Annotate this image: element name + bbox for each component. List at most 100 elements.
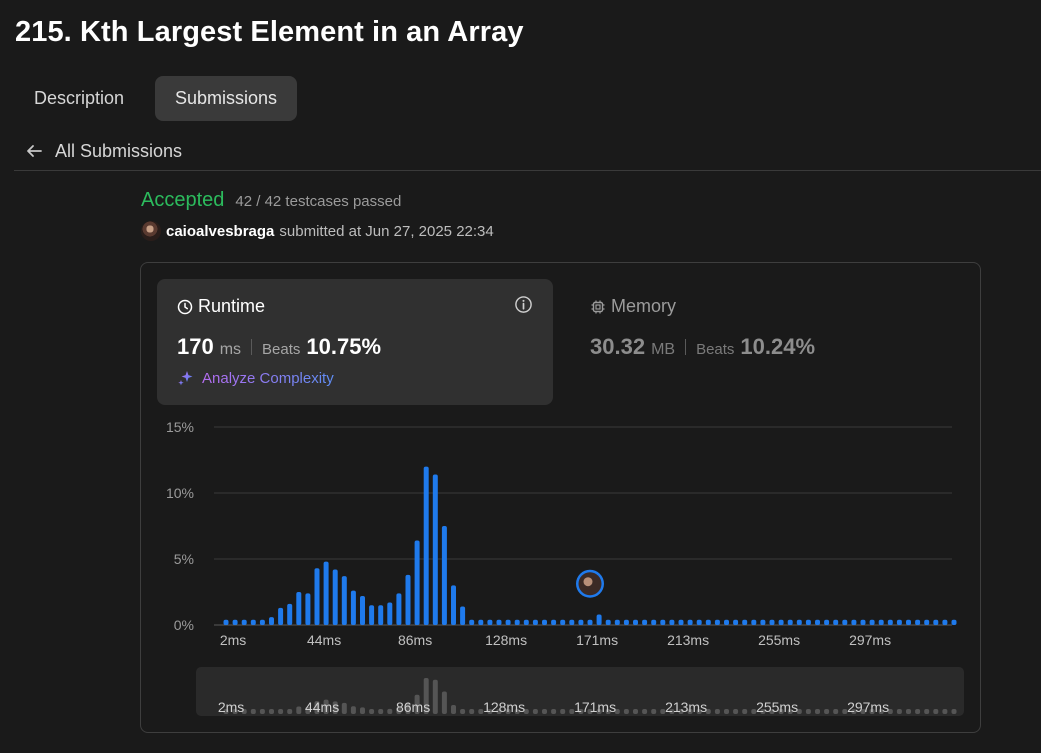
bar[interactable] xyxy=(423,466,429,625)
bar[interactable] xyxy=(296,592,302,625)
avatar[interactable] xyxy=(141,221,161,241)
bar[interactable] xyxy=(560,619,566,625)
bar[interactable] xyxy=(505,619,511,625)
bar[interactable] xyxy=(714,619,720,625)
bar[interactable] xyxy=(250,619,256,625)
bar[interactable] xyxy=(687,619,693,625)
bar[interactable] xyxy=(269,617,274,625)
bar[interactable] xyxy=(705,619,711,625)
bar[interactable] xyxy=(496,619,502,625)
memory-beats-label: Beats xyxy=(696,341,735,358)
bar[interactable] xyxy=(405,574,411,625)
tab-description[interactable]: Description xyxy=(14,76,144,121)
bar[interactable] xyxy=(796,619,802,625)
bar[interactable] xyxy=(778,619,784,625)
bar[interactable] xyxy=(651,619,657,625)
bar[interactable] xyxy=(396,593,402,625)
bar[interactable] xyxy=(696,619,702,625)
bar[interactable] xyxy=(860,619,866,625)
bar[interactable] xyxy=(915,619,921,625)
bar[interactable] xyxy=(460,606,466,625)
bar[interactable] xyxy=(642,619,648,625)
bar[interactable] xyxy=(623,619,629,625)
runtime-card[interactable]: Runtime 170 ms Beats 10.75% Analyze Comp… xyxy=(157,279,553,405)
bar[interactable] xyxy=(587,619,593,625)
bar[interactable] xyxy=(523,619,529,625)
mini-bar xyxy=(542,709,547,714)
mini-bar xyxy=(341,702,347,714)
bar[interactable] xyxy=(815,619,820,625)
bar[interactable] xyxy=(414,540,420,625)
bar[interactable] xyxy=(851,619,857,625)
username[interactable]: caioalvesbraga xyxy=(166,223,274,240)
bar[interactable] xyxy=(360,595,365,625)
tab-submissions[interactable]: Submissions xyxy=(155,76,298,121)
bar[interactable] xyxy=(287,603,293,625)
bar[interactable] xyxy=(369,605,375,625)
all-submissions-link[interactable]: All Submissions xyxy=(25,139,182,163)
bar[interactable] xyxy=(660,619,666,625)
x-tick-label: 86ms xyxy=(398,632,432,648)
bar[interactable] xyxy=(350,590,356,625)
analyze-complexity-button[interactable]: Analyze Complexity xyxy=(177,369,334,387)
bar[interactable] xyxy=(451,585,456,625)
bar[interactable] xyxy=(596,614,602,625)
bar[interactable] xyxy=(314,568,320,625)
bar[interactable] xyxy=(532,619,538,625)
info-icon[interactable] xyxy=(514,295,533,314)
bar[interactable] xyxy=(432,474,438,625)
bar[interactable] xyxy=(578,619,584,625)
bar[interactable] xyxy=(896,619,902,625)
runtime-distribution-chart[interactable]: 15% 10% 5% 0% 2ms 44ms 86ms 128ms 171ms 213ms 255m… xyxy=(140,405,980,725)
y-tick-label: 0% xyxy=(174,617,194,633)
bar[interactable] xyxy=(805,619,811,625)
bar[interactable] xyxy=(232,619,238,625)
bar[interactable] xyxy=(769,619,775,625)
bar[interactable] xyxy=(942,619,948,625)
bar[interactable] xyxy=(924,619,930,625)
bar[interactable] xyxy=(678,619,684,625)
bar[interactable] xyxy=(487,619,493,625)
bar[interactable] xyxy=(887,619,893,625)
bar[interactable] xyxy=(614,619,620,625)
bar[interactable] xyxy=(341,576,347,625)
bar[interactable] xyxy=(733,619,739,625)
bar[interactable] xyxy=(323,561,329,625)
bar[interactable] xyxy=(223,619,229,625)
bar[interactable] xyxy=(906,619,911,625)
bar[interactable] xyxy=(878,619,884,625)
bar[interactable] xyxy=(605,619,611,625)
bar[interactable] xyxy=(724,619,729,625)
bar[interactable] xyxy=(241,619,247,625)
runtime-label: Runtime xyxy=(198,296,266,316)
bar[interactable] xyxy=(441,526,447,625)
bar[interactable] xyxy=(633,619,638,625)
bar[interactable] xyxy=(305,593,311,625)
bar[interactable] xyxy=(478,619,484,625)
bar[interactable] xyxy=(669,619,675,625)
bar[interactable] xyxy=(387,602,393,625)
mini-bar xyxy=(724,709,729,714)
bar[interactable] xyxy=(378,605,384,625)
bar[interactable] xyxy=(842,619,848,625)
bar[interactable] xyxy=(787,619,793,625)
bar[interactable] xyxy=(514,619,520,625)
bar[interactable] xyxy=(869,619,875,625)
memory-card[interactable]: Memory 30.32 MB Beats 10.24% xyxy=(570,279,966,405)
bar[interactable] xyxy=(833,619,839,625)
bar[interactable] xyxy=(278,607,284,625)
bar[interactable] xyxy=(259,619,265,625)
bar[interactable] xyxy=(332,569,338,625)
navigator-tick-label: 297ms xyxy=(847,699,889,715)
bar[interactable] xyxy=(542,619,547,625)
bar[interactable] xyxy=(742,619,748,625)
bar[interactable] xyxy=(551,619,557,625)
bar[interactable] xyxy=(760,619,766,625)
bar[interactable] xyxy=(469,619,475,625)
mini-bar xyxy=(532,709,538,714)
bar[interactable] xyxy=(751,619,757,625)
bar[interactable] xyxy=(951,619,957,625)
bar[interactable] xyxy=(824,619,830,625)
bar[interactable] xyxy=(933,619,939,625)
bar[interactable] xyxy=(569,619,575,625)
